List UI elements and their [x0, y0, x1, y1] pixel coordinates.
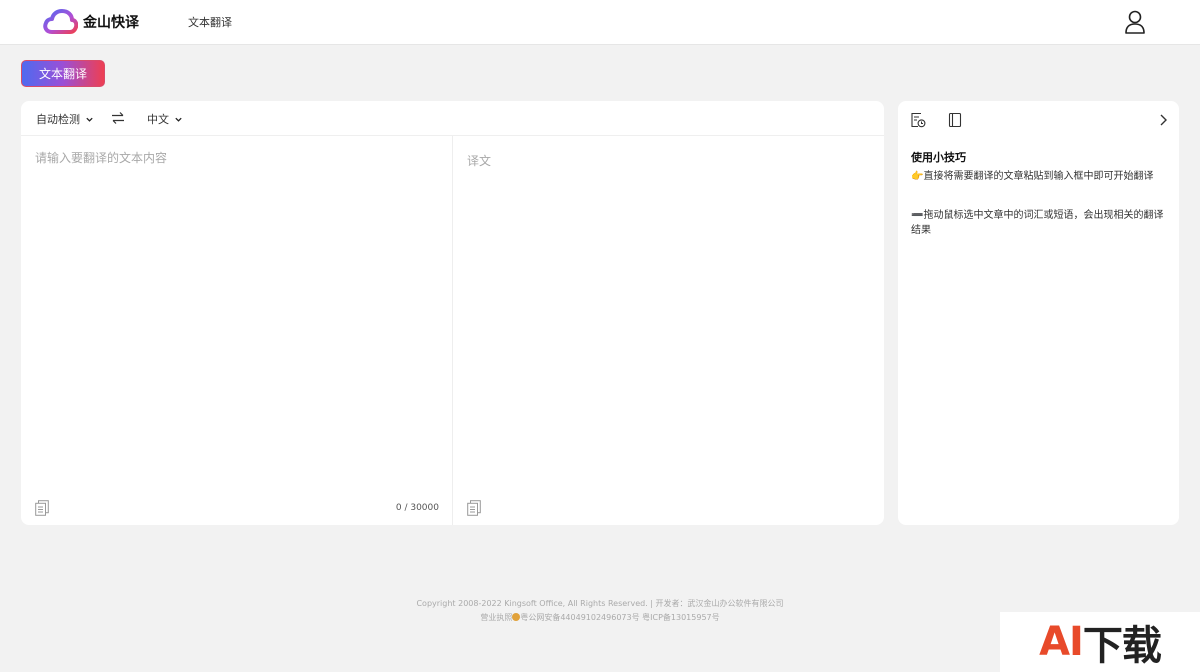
chevron-down-icon: [86, 117, 93, 122]
footer-icp-record[interactable]: 粤公网安备44049102496073号 粤ICP备13015957号: [520, 613, 719, 622]
history-icon[interactable]: [910, 112, 926, 128]
translator-panel: 自动检测 中文 译文 0 / 30000: [21, 101, 884, 525]
tips-title: 使用小技巧: [911, 151, 966, 164]
copy-icon[interactable]: [467, 500, 481, 516]
tip-emoji: 👉: [911, 171, 924, 182]
footer-business-license-link[interactable]: 营业执照: [480, 613, 512, 622]
book-icon[interactable]: [947, 112, 963, 128]
target-language-label: 中文: [147, 113, 169, 126]
chevron-down-icon: [175, 117, 182, 122]
panel-divider: [452, 136, 453, 525]
watermark-ai-text: AI: [1039, 619, 1084, 665]
footer-copyright: Copyright 2008-2022 Kingsoft Office, All…: [416, 599, 784, 608]
tip-text: 直接将需要翻译的文章粘贴到输入框中即可开始翻译: [923, 171, 1154, 182]
nav-text-translate[interactable]: 文本翻译: [188, 14, 232, 30]
target-language-select[interactable]: 中文: [147, 111, 183, 127]
chevron-right-icon[interactable]: [1158, 113, 1168, 127]
brand-logo[interactable]: 金山快译: [42, 8, 139, 36]
tab-text-translate[interactable]: 文本翻译: [21, 60, 105, 87]
character-count: 0 / 30000: [395, 503, 439, 513]
watermark-logo: AI 下载: [1000, 612, 1200, 672]
top-header: 金山快译 文本翻译: [0, 0, 1200, 45]
user-icon[interactable]: [1124, 10, 1146, 34]
watermark-download-text: 下载: [1082, 623, 1162, 669]
source-language-label: 自动检测: [36, 113, 80, 126]
logo-text: 金山快译: [83, 15, 139, 31]
translation-output: 译文: [467, 154, 492, 168]
tip-item: ➖拖动鼠标选中文章中的词汇或短语，会出现相关的翻译结果: [911, 208, 1169, 238]
tip-item: 👉直接将需要翻译的文章粘贴到输入框中即可开始翻译: [911, 169, 1169, 184]
swap-arrows-icon[interactable]: [111, 111, 125, 125]
language-bar: 自动检测 中文: [21, 101, 884, 136]
tip-text: 拖动鼠标选中文章中的词汇或短语，会出现相关的翻译结果: [911, 210, 1164, 236]
source-language-select[interactable]: 自动检测: [36, 111, 94, 127]
cloud-logo-icon: [43, 9, 78, 34]
tip-emoji: ➖: [911, 210, 924, 221]
tips-panel: 使用小技巧 👉直接将需要翻译的文章粘贴到输入框中即可开始翻译 ➖拖动鼠标选中文章…: [898, 101, 1179, 525]
copy-icon[interactable]: [35, 500, 49, 516]
source-text-input[interactable]: [35, 149, 439, 489]
